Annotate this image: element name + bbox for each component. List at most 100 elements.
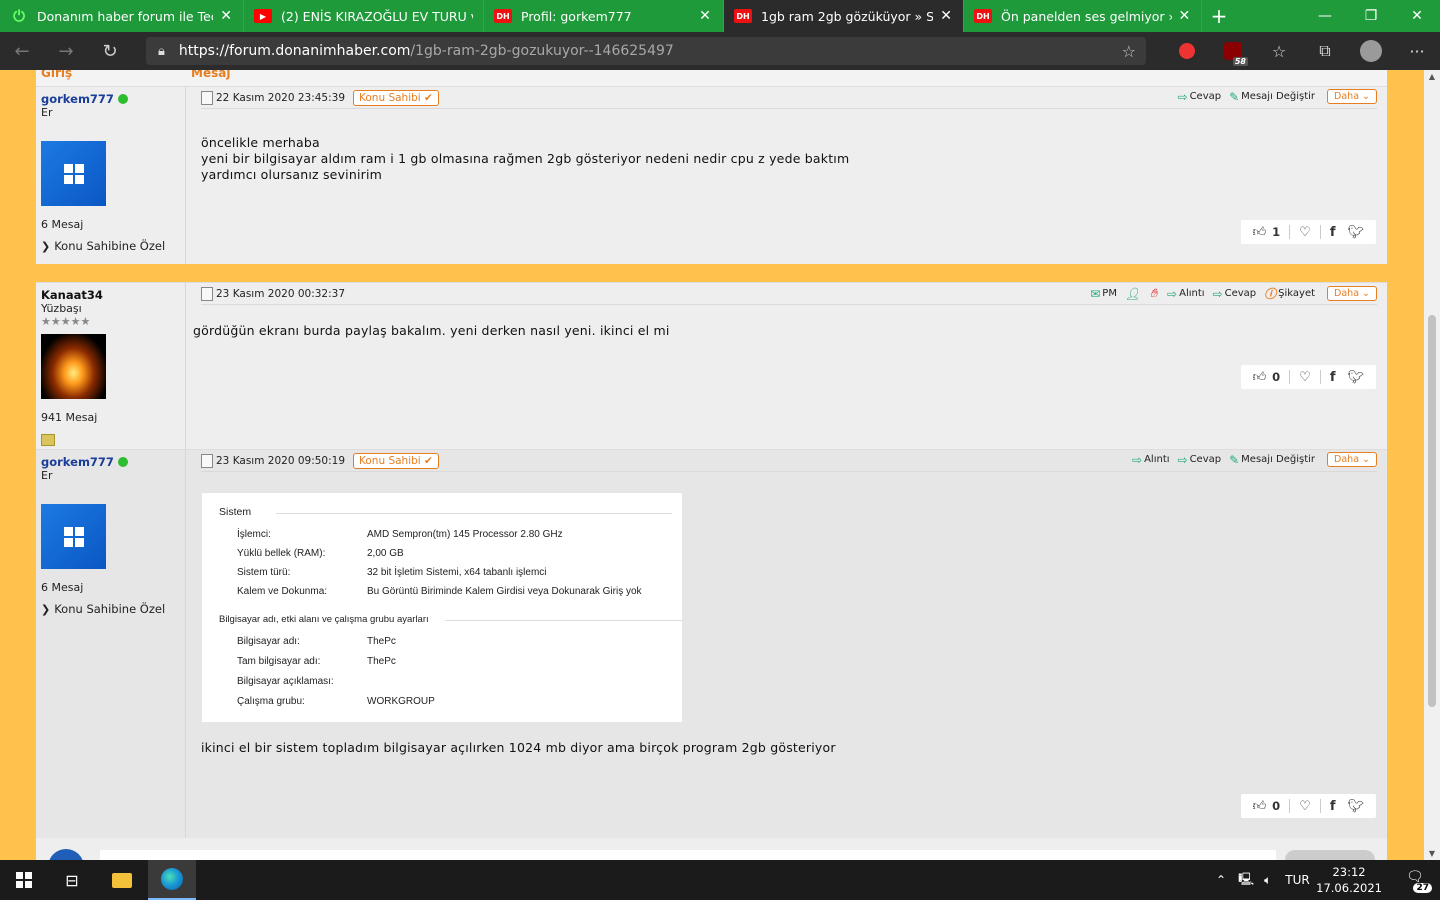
scrollbar-thumb[interactable]: [1428, 315, 1436, 707]
scroll-up-icon[interactable]: ▲: [1424, 72, 1440, 81]
twitter-icon[interactable]: 🐦︎: [1347, 370, 1364, 385]
facebook-icon[interactable]: f: [1330, 370, 1336, 385]
pm-button[interactable]: ✉ PM: [1090, 287, 1117, 301]
more-menu-icon[interactable]: ···: [1394, 42, 1440, 61]
quote-icon: ⇨: [1132, 452, 1143, 467]
sys-value: WORKGROUP: [367, 696, 435, 707]
browser-tab[interactable]: DH Ön panelden ses gelmiyor » Sayf ✕: [964, 0, 1202, 32]
heart-icon[interactable]: ♡: [1299, 225, 1311, 240]
close-icon[interactable]: ✕: [219, 8, 233, 24]
lock-icon[interactable]: 🔒︎: [158, 44, 165, 59]
like-icon[interactable]: 👍︎: [1253, 370, 1267, 385]
browser-tab[interactable]: DH Profil: gorkem777 ✕: [484, 0, 724, 32]
edit-button[interactable]: ✎ Mesajı Değiştir: [1229, 453, 1315, 467]
task-view-icon[interactable]: ⊟: [48, 860, 96, 900]
heart-icon[interactable]: ♡: [1299, 370, 1311, 385]
profile-avatar[interactable]: [1348, 40, 1394, 62]
refresh-icon[interactable]: ↻: [88, 32, 132, 70]
network-icon[interactable]: 🖳︎: [1238, 870, 1254, 891]
forward-icon[interactable]: →: [44, 32, 88, 70]
system-info-screenshot[interactable]: Sistem İşlemci: AMD Sempron(tm) 145 Proc…: [202, 493, 682, 722]
facebook-icon[interactable]: f: [1330, 799, 1336, 814]
chevron-down-icon: ❯: [41, 603, 51, 616]
reaction-bar: 👍︎ 0 ♡ f 🐦︎: [1240, 365, 1376, 389]
edge-browser-icon[interactable]: [148, 860, 196, 900]
close-icon[interactable]: ✕: [939, 8, 953, 24]
collections-icon[interactable]: ⧉: [1302, 41, 1348, 61]
tray-expand-icon[interactable]: ⌃: [1216, 873, 1226, 887]
sys-label: Yüklü bellek (RAM):: [237, 548, 326, 559]
close-icon[interactable]: ✕: [697, 8, 713, 24]
quote-button[interactable]: ⇨ Alıntı: [1167, 287, 1205, 301]
tab-title: 1gb ram 2gb gözüküyor » Sayfa: [761, 8, 934, 24]
block-button[interactable]: ✋︎: [1150, 286, 1159, 301]
author-avatar[interactable]: [41, 334, 106, 399]
reply-button[interactable]: ⇨ Cevap: [1178, 453, 1222, 467]
author-avatar[interactable]: [41, 504, 106, 569]
online-status-icon: [117, 94, 128, 104]
notification-center-icon[interactable]: 🗨︎ 27: [1406, 869, 1432, 893]
twitter-icon[interactable]: 🐦︎: [1347, 799, 1364, 814]
reply-button[interactable]: ⇨ Cevap: [1213, 287, 1257, 301]
edit-button[interactable]: ✎ Mesajı Değiştir: [1229, 90, 1315, 104]
address-bar[interactable]: 🔒︎ https://forum.donanimhaber.com/1gb-ra…: [146, 37, 1146, 65]
author-username[interactable]: gorkem777: [41, 92, 180, 106]
author-username[interactable]: gorkem777: [41, 455, 180, 469]
quote-button[interactable]: ⇨ Alıntı: [1132, 453, 1170, 467]
minimize-icon[interactable]: —: [1302, 0, 1348, 32]
reaction-bar: 👍︎ 1 ♡ f 🐦︎: [1240, 220, 1376, 244]
owner-badge: Konu Sahibi ✔: [353, 89, 439, 106]
send-button[interactable]: [1285, 850, 1375, 860]
facebook-icon[interactable]: f: [1330, 225, 1336, 240]
scroll-down-icon[interactable]: ▼: [1424, 849, 1440, 858]
post-meta-bar: 22 Kasım 2020 23:45:39 Konu Sahibi ✔ ⇨ Ce…: [201, 87, 1377, 109]
ublock-icon[interactable]: 58: [1210, 42, 1256, 66]
browser-tab[interactable]: ▶ (2) ENİS KIRAZOĞLU EV TURU ve: [244, 0, 484, 32]
document-icon: [201, 453, 213, 468]
volume-icon[interactable]: 🔈︎: [1264, 873, 1271, 888]
add-friend-button[interactable]: 👤︎: [1125, 287, 1142, 301]
quick-reply-input[interactable]: [100, 850, 1276, 860]
post-date: 22 Kasım 2020 23:45:39: [201, 90, 345, 105]
post-body-pane: 23 Kasım 2020 09:50:19 Konu Sahibi ✔ ⇨ Al…: [186, 450, 1387, 838]
post-body-pane: 22 Kasım 2020 23:45:39 Konu Sahibi ✔ ⇨ Ce…: [186, 87, 1387, 264]
windows-start-icon: [16, 872, 32, 888]
add-favorite-icon[interactable]: ☆: [1122, 42, 1136, 61]
close-icon[interactable]: ✕: [1178, 8, 1191, 24]
favorites-icon[interactable]: ☆: [1256, 42, 1302, 61]
language-indicator[interactable]: TUR: [1285, 873, 1309, 887]
post-date: 23 Kasım 2020 09:50:19: [201, 453, 345, 468]
taskbar-clock[interactable]: 23:12 17.06.2021: [1316, 864, 1382, 896]
report-button[interactable]: ⓘ Şikayet: [1264, 285, 1315, 302]
start-button[interactable]: [0, 860, 48, 900]
owner-special-link[interactable]: ❯ Konu Sahibine Özel: [41, 602, 180, 616]
page-scrollbar[interactable]: ▲ ▼: [1424, 70, 1440, 860]
more-dropdown[interactable]: Daha ⌄: [1327, 452, 1377, 467]
new-tab-icon[interactable]: +: [1202, 0, 1236, 32]
more-dropdown[interactable]: Daha ⌄: [1327, 89, 1377, 104]
more-dropdown[interactable]: Daha ⌄: [1327, 286, 1377, 301]
close-window-icon[interactable]: ✕: [1394, 0, 1440, 32]
twitter-icon[interactable]: 🐦︎: [1347, 225, 1364, 240]
extension-record-icon[interactable]: [1164, 43, 1210, 59]
back-icon[interactable]: ←: [0, 32, 44, 70]
file-explorer-icon[interactable]: [98, 860, 146, 900]
like-count: 0: [1272, 799, 1281, 813]
post-message: gördüğün ekranı burda paylaş bakalım. ye…: [193, 323, 670, 338]
author-rank: Er: [41, 469, 53, 482]
reply-button[interactable]: ⇨ Cevap: [1178, 90, 1222, 104]
author-username[interactable]: Kanaat34: [41, 288, 180, 302]
author-avatar[interactable]: [41, 141, 106, 206]
windows-taskbar: ⊟ ⌃ 🖳︎ 🔈︎ TUR 23:12 17.06.2021 🗨︎ 27: [0, 860, 1440, 900]
like-icon[interactable]: 👍︎: [1253, 225, 1267, 240]
post-message: ikinci el bir sistem topladım bilgisayar…: [201, 740, 836, 755]
post-body-pane: 23 Kasım 2020 00:32:37 ✉ PM 👤︎ ✋︎ ⇨ Alıntı…: [186, 283, 1387, 449]
browser-tab-active[interactable]: DH 1gb ram 2gb gözüküyor » Sayfa ✕: [724, 0, 964, 32]
sys-value: ThePc: [367, 636, 396, 647]
heart-icon[interactable]: ♡: [1299, 799, 1311, 814]
browser-tab[interactable]: ⏻ Donanım haber forum ile Techno ✕: [0, 0, 244, 32]
owner-special-link[interactable]: ❯ Konu Sahibine Özel: [41, 239, 180, 253]
like-icon[interactable]: 👍︎: [1253, 799, 1267, 814]
url-host: https://forum.donanimhaber.com: [178, 43, 411, 59]
restore-icon[interactable]: ❐: [1348, 0, 1394, 32]
